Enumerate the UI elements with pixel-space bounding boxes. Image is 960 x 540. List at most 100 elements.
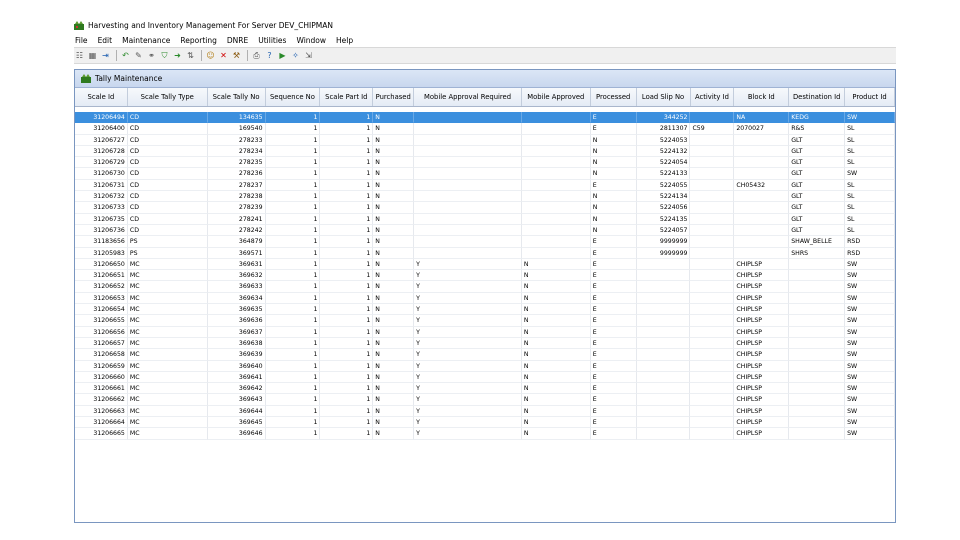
cell-destination-id[interactable] bbox=[789, 383, 846, 395]
cell-scale-id[interactable]: 31183656 bbox=[75, 236, 128, 248]
cell-destination-id[interactable]: GLT bbox=[789, 157, 846, 169]
cell-block-id[interactable]: CHIPLSP bbox=[734, 304, 790, 316]
cell-load-slip-no[interactable] bbox=[636, 360, 691, 372]
table-row[interactable]: 31205983 PS 369571 1 1 N E 9999999 SHRS RSD bbox=[75, 247, 895, 259]
table-row[interactable]: 31206728 CD 278234 1 1 N N 5224132 GLT SL bbox=[75, 145, 895, 158]
cell-sequence-no[interactable]: 1 bbox=[265, 157, 321, 169]
cell-product-id[interactable]: SW bbox=[845, 281, 895, 293]
cell-scale-tally-type[interactable]: CD bbox=[127, 145, 208, 158]
cell-mobile-approved[interactable] bbox=[521, 224, 591, 237]
print-icon[interactable]: ⎙ bbox=[251, 50, 262, 61]
cell-scale-id[interactable]: 31206658 bbox=[75, 349, 128, 361]
cell-mobile-approval-required[interactable]: Y bbox=[414, 349, 522, 361]
cell-sequence-no[interactable]: 1 bbox=[265, 360, 321, 372]
cell-load-slip-no[interactable] bbox=[636, 304, 691, 316]
cell-activity-id[interactable] bbox=[690, 383, 735, 395]
cell-activity-id[interactable] bbox=[690, 157, 735, 169]
cell-mobile-approval-required[interactable]: Y bbox=[414, 258, 522, 271]
cell-product-id[interactable]: RSD bbox=[845, 236, 895, 248]
cell-scale-id[interactable]: 31206665 bbox=[75, 428, 128, 440]
cell-sequence-no[interactable]: 1 bbox=[265, 179, 321, 192]
cell-mobile-approval-required[interactable]: Y bbox=[414, 292, 522, 305]
cell-mobile-approval-required[interactable]: Y bbox=[414, 360, 522, 372]
cell-load-slip-no[interactable]: 344252 bbox=[636, 112, 691, 124]
cell-mobile-approval-required[interactable]: Y bbox=[414, 326, 522, 338]
table-row[interactable]: 31206651 MC 369632 1 1 N Y N E CHIPLSP SW bbox=[75, 270, 895, 282]
cell-processed[interactable]: E bbox=[590, 281, 637, 293]
cell-scale-tally-no[interactable]: 369640 bbox=[207, 360, 266, 372]
cell-scale-tally-type[interactable]: CD bbox=[127, 202, 208, 214]
cell-load-slip-no[interactable]: 9999999 bbox=[636, 247, 691, 259]
cell-product-id[interactable]: SL bbox=[845, 202, 895, 214]
table-row[interactable]: 31206729 CD 278235 1 1 N N 5224054 GLT SL bbox=[75, 157, 895, 169]
cell-scale-tally-type[interactable]: CD bbox=[127, 134, 208, 146]
cell-scale-id[interactable]: 31206728 bbox=[75, 145, 128, 158]
cell-destination-id[interactable] bbox=[789, 405, 846, 418]
table-row[interactable]: 31206727 CD 278233 1 1 N N 5224053 GLT SL bbox=[75, 134, 895, 146]
cell-activity-id[interactable] bbox=[690, 360, 735, 372]
cell-product-id[interactable]: SW bbox=[845, 304, 895, 316]
cell-purchased[interactable]: N bbox=[373, 417, 415, 429]
cell-mobile-approved[interactable]: N bbox=[521, 326, 591, 338]
cell-processed[interactable]: N bbox=[590, 145, 637, 158]
cell-purchased[interactable]: N bbox=[373, 405, 415, 418]
cell-mobile-approved[interactable] bbox=[521, 213, 591, 225]
cell-processed[interactable]: E bbox=[590, 112, 637, 124]
cell-destination-id[interactable] bbox=[789, 360, 846, 372]
cell-purchased[interactable]: N bbox=[373, 134, 415, 146]
cell-activity-id[interactable] bbox=[690, 349, 735, 361]
cell-scale-tally-type[interactable]: CD bbox=[127, 224, 208, 237]
cell-sequence-no[interactable]: 1 bbox=[265, 315, 321, 327]
cell-load-slip-no[interactable]: 5224132 bbox=[636, 145, 691, 158]
cell-processed[interactable]: E bbox=[590, 326, 637, 338]
cell-purchased[interactable]: N bbox=[373, 371, 415, 384]
table-row[interactable]: 31206657 MC 369638 1 1 N Y N E CHIPLSP SW bbox=[75, 337, 895, 350]
cell-scale-tally-type[interactable]: PS bbox=[127, 236, 208, 248]
cell-mobile-approved[interactable]: N bbox=[521, 349, 591, 361]
cell-scale-id[interactable]: 31205983 bbox=[75, 247, 128, 259]
table-row[interactable]: 31206656 MC 369637 1 1 N Y N E CHIPLSP SW bbox=[75, 326, 895, 338]
cell-block-id[interactable] bbox=[734, 168, 790, 180]
cell-mobile-approved[interactable]: N bbox=[521, 292, 591, 305]
cell-scale-tally-type[interactable]: MC bbox=[127, 360, 208, 372]
cell-purchased[interactable]: N bbox=[373, 281, 415, 293]
cell-scale-part-id[interactable]: 1 bbox=[320, 191, 374, 203]
cell-mobile-approved[interactable]: N bbox=[521, 337, 591, 350]
cell-load-slip-no[interactable] bbox=[636, 371, 691, 384]
cell-load-slip-no[interactable]: 5224133 bbox=[636, 168, 691, 180]
cell-scale-tally-no[interactable]: 369638 bbox=[207, 337, 266, 350]
cell-purchased[interactable]: N bbox=[373, 191, 415, 203]
cell-mobile-approved[interactable] bbox=[521, 157, 591, 169]
cell-scale-tally-type[interactable]: CD bbox=[127, 191, 208, 203]
cell-destination-id[interactable]: GLT bbox=[789, 134, 846, 146]
cell-mobile-approval-required[interactable]: Y bbox=[414, 304, 522, 316]
cell-destination-id[interactable] bbox=[789, 337, 846, 350]
menu-window[interactable]: Window bbox=[295, 36, 327, 45]
column-header-block-id[interactable]: Block Id bbox=[734, 88, 790, 106]
cell-mobile-approval-required[interactable]: Y bbox=[414, 394, 522, 406]
cell-sequence-no[interactable]: 1 bbox=[265, 134, 321, 146]
table-row[interactable]: 31206733 CD 278239 1 1 N N 5224056 GLT SL bbox=[75, 202, 895, 214]
cell-mobile-approval-required[interactable] bbox=[414, 191, 522, 203]
cell-processed[interactable]: E bbox=[590, 360, 637, 372]
cell-activity-id[interactable] bbox=[690, 247, 735, 259]
cell-purchased[interactable]: N bbox=[373, 179, 415, 192]
cell-block-id[interactable]: CHIPLSP bbox=[734, 383, 790, 395]
cell-block-id[interactable]: CHIPLSP bbox=[734, 417, 790, 429]
cell-purchased[interactable]: N bbox=[373, 247, 415, 259]
sort-icon[interactable]: ⇅ bbox=[185, 50, 196, 61]
cell-destination-id[interactable]: GLT bbox=[789, 224, 846, 237]
cell-scale-id[interactable]: 31206654 bbox=[75, 304, 128, 316]
cell-product-id[interactable]: SW bbox=[845, 112, 895, 124]
cell-processed[interactable]: E bbox=[590, 417, 637, 429]
cell-scale-tally-no[interactable]: 369632 bbox=[207, 270, 266, 282]
cell-processed[interactable]: N bbox=[590, 134, 637, 146]
cell-sequence-no[interactable]: 1 bbox=[265, 383, 321, 395]
cell-purchased[interactable]: N bbox=[373, 157, 415, 169]
cell-destination-id[interactable] bbox=[789, 292, 846, 305]
cell-scale-tally-no[interactable]: 369633 bbox=[207, 281, 266, 293]
cell-scale-part-id[interactable]: 1 bbox=[320, 360, 374, 372]
wand-icon[interactable]: ✧ bbox=[290, 50, 301, 61]
cell-scale-part-id[interactable]: 1 bbox=[320, 112, 374, 124]
cell-purchased[interactable]: N bbox=[373, 428, 415, 440]
